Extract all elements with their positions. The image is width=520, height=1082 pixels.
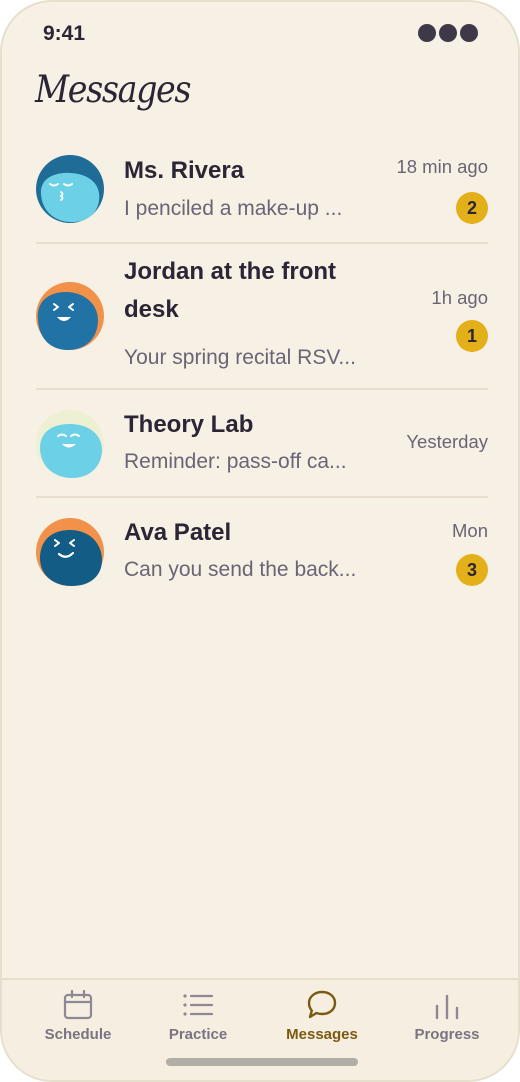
tab-label: Schedule — [44, 1026, 112, 1043]
message-list: Ms. Rivera I penciled a make-up ... 18 m… — [36, 132, 488, 598]
message-time: Yesterday — [406, 431, 488, 452]
tab-bar: Schedule Practice Messages Progress — [2, 978, 518, 1080]
message-time: 18 min ago — [396, 156, 488, 177]
home-indicator[interactable] — [166, 1058, 358, 1066]
avatar — [36, 410, 104, 478]
more-dots-icon — [418, 24, 478, 42]
message-row-ava-patel[interactable]: Ava Patel Can you send the back... Mon 3 — [36, 498, 488, 598]
avatar — [36, 155, 104, 223]
tab-label: Messages — [286, 1026, 358, 1043]
calendar-icon — [63, 989, 93, 1020]
sender-name: Jordan at the front desk — [124, 258, 337, 323]
sender-name: Ms. Rivera — [124, 157, 245, 184]
message-row-ms-rivera[interactable]: Ms. Rivera I penciled a make-up ... 18 m… — [36, 132, 488, 244]
sender-name: Theory Lab — [124, 411, 254, 438]
chat-bubble-icon — [307, 990, 337, 1019]
avatar — [36, 518, 104, 586]
page-title: Messages — [35, 68, 192, 111]
unread-badge: 3 — [456, 554, 488, 586]
message-row-theory-lab[interactable]: Theory Lab Reminder: pass-off ca... Yest… — [36, 390, 488, 498]
status-time: 9:41 — [43, 22, 86, 45]
message-time: 1h ago — [431, 287, 488, 308]
tab-label: Progress — [414, 1026, 480, 1043]
tab-schedule[interactable]: Schedule — [23, 988, 133, 1048]
message-preview: Reminder: pass-off ca... — [124, 450, 347, 473]
tab-progress[interactable]: Progress — [392, 988, 502, 1048]
avatar — [36, 282, 104, 350]
message-preview: I penciled a make-up ... — [124, 197, 343, 220]
message-preview: Can you send the back... — [124, 558, 357, 581]
sender-name: Ava Patel — [124, 519, 232, 546]
list-icon — [183, 994, 214, 1016]
message-time: Mon — [452, 520, 488, 541]
bar-chart-icon — [435, 994, 459, 1020]
tab-practice[interactable]: Practice — [143, 988, 253, 1048]
message-row-jordan[interactable]: Jordan at the front desk Your spring rec… — [36, 244, 488, 390]
message-preview: Your spring recital RSV... — [124, 346, 356, 369]
unread-badge: 2 — [456, 192, 488, 224]
tab-messages[interactable]: Messages — [267, 988, 377, 1048]
unread-badge: 1 — [456, 320, 488, 352]
status-bar: 9:41 — [2, 2, 518, 66]
tab-label: Practice — [168, 1026, 228, 1043]
phone-screen: 9:41 Messages Ms. Rivera I penciled a ma… — [0, 0, 520, 1082]
